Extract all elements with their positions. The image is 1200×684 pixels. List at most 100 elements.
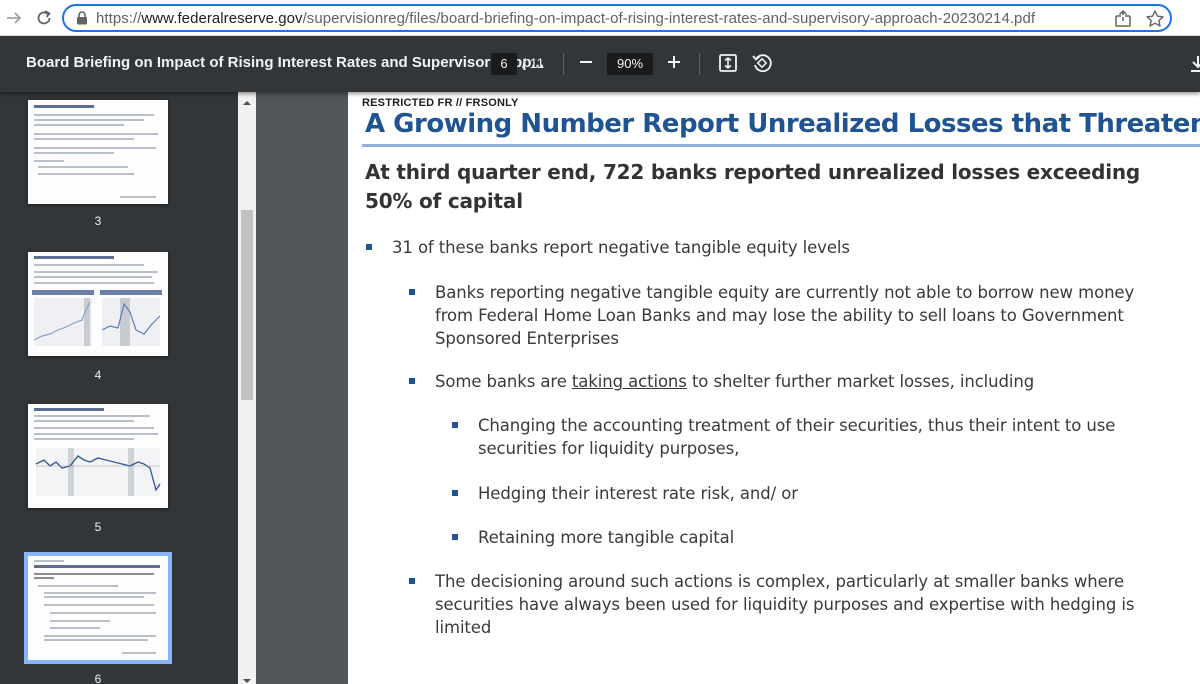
bullet-text-prefix: Some banks are xyxy=(435,372,572,391)
thumbnail-content xyxy=(44,604,154,606)
thumbnail-content xyxy=(34,256,114,259)
taking-actions-link[interactable]: taking actions xyxy=(572,372,687,391)
page-thumbnail-number: 4 xyxy=(94,368,102,382)
zoom-out-icon[interactable] xyxy=(574,50,598,74)
thumbnail-content xyxy=(38,585,118,587)
thumbnail-content xyxy=(34,138,134,140)
bookmark-star-icon[interactable] xyxy=(1145,9,1165,29)
thumbnail-content xyxy=(34,415,150,417)
bullet-text-suffix: to shelter further market losses, includ… xyxy=(686,372,1035,391)
bullet-text: Hedging their interest rate risk, and/ o… xyxy=(478,484,798,503)
thumbnail-content xyxy=(34,133,158,135)
url-input[interactable]: https://www.federalreserve.gov/supervisi… xyxy=(62,4,1172,32)
thumbnail-content xyxy=(34,114,154,116)
thumbnail-content xyxy=(34,160,64,162)
bullet-level-2: The decisioning around such actions is c… xyxy=(409,570,1175,639)
pdf-viewer: RESTRICTED FR // FRSONLY A Growing Numbe… xyxy=(256,92,1200,684)
page-thumbnail-number: 6 xyxy=(94,672,102,684)
thumbnail-content xyxy=(34,560,64,562)
bullet-level-1: 31 of these banks report negative tangib… xyxy=(366,236,1192,259)
thumbnail-content xyxy=(34,282,154,284)
zoom-in-icon[interactable] xyxy=(662,50,686,74)
thumbnail-content xyxy=(50,627,100,629)
fit-to-page-icon[interactable] xyxy=(716,51,740,75)
scroll-up-arrow-icon[interactable] xyxy=(241,95,253,105)
reload-icon[interactable] xyxy=(32,6,56,30)
thumbnail-content xyxy=(34,408,104,411)
thumbnail-content xyxy=(34,124,124,126)
page-thumbnail[interactable] xyxy=(28,100,168,204)
bullet-text: Banks reporting negative tangible equity… xyxy=(435,283,1135,348)
sidebar-scrollbar-thumb[interactable] xyxy=(241,210,253,400)
thumbnail-content xyxy=(34,438,134,440)
bullet-square-icon xyxy=(452,490,458,496)
bullet-level-3: Changing the accounting treatment of the… xyxy=(452,414,1198,460)
bullet-level-3: Retaining more tangible capital xyxy=(452,526,1178,549)
bullet-square-icon xyxy=(366,244,372,250)
bullet-text: Retaining more tangible capital xyxy=(478,528,735,547)
rotate-icon[interactable] xyxy=(750,51,774,75)
bullet-text: 31 of these banks report negative tangib… xyxy=(392,238,850,257)
thumbnail-content xyxy=(34,105,94,108)
thumbnail-content xyxy=(34,565,160,568)
bullet-level-2: Some banks are taking actions to shelter… xyxy=(409,370,1175,393)
thumbnail-content xyxy=(34,433,158,435)
thumbnail-content xyxy=(44,639,148,641)
thumbnail-content xyxy=(34,573,154,575)
bullet-square-icon xyxy=(452,422,458,428)
pdf-page: RESTRICTED FR // FRSONLY A Growing Numbe… xyxy=(348,92,1200,684)
thumbnail-chart xyxy=(35,448,161,496)
thumbnail-content xyxy=(44,596,144,598)
thumbnail-content xyxy=(34,264,144,266)
zoom-level-input[interactable]: 90% xyxy=(607,53,653,75)
thumbnail-content xyxy=(44,592,156,594)
thumbnail-content xyxy=(44,635,156,637)
thumbnail-content xyxy=(34,427,154,429)
pdf-toolbar: Board Briefing on Impact of Rising Inter… xyxy=(0,36,1200,92)
thumbnail-chart xyxy=(32,290,162,346)
bullet-square-icon xyxy=(409,378,415,384)
page-thumbnail-number: 3 xyxy=(94,214,102,228)
page-number-input[interactable]: 6 xyxy=(491,53,517,75)
toolbar-divider xyxy=(699,53,700,75)
document-title: Board Briefing on Impact of Rising Inter… xyxy=(26,54,544,71)
forward-arrow-icon[interactable] xyxy=(2,6,26,30)
page-total: / 11 xyxy=(522,55,545,71)
toolbar-divider xyxy=(563,53,564,75)
thumbnail-content xyxy=(120,196,156,198)
thumbnail-content xyxy=(34,276,152,278)
thumbnail-content xyxy=(34,420,134,422)
thumbnail-content xyxy=(50,620,110,622)
bullet-level-2: Banks reporting negative tangible equity… xyxy=(409,281,1175,350)
bullet-square-icon xyxy=(452,534,458,540)
scroll-down-arrow-icon[interactable] xyxy=(241,673,253,683)
lock-icon[interactable] xyxy=(76,11,88,30)
title-divider xyxy=(362,144,1200,147)
download-icon[interactable] xyxy=(1186,52,1200,76)
thumbnail-content xyxy=(50,612,156,614)
thumbnail-content xyxy=(34,152,114,154)
bullet-text: Changing the accounting treatment of the… xyxy=(478,416,1116,458)
url-text: https://www.federalreserve.gov/supervisi… xyxy=(96,10,1036,27)
browser-address-bar: https://www.federalreserve.gov/supervisi… xyxy=(0,0,1200,36)
bullet-level-3: Hedging their interest rate risk, and/ o… xyxy=(452,482,1178,505)
thumbnail-content xyxy=(34,271,158,273)
page-thumbnail-selected[interactable] xyxy=(24,552,172,664)
thumbnail-content xyxy=(38,166,128,168)
bullet-square-icon xyxy=(409,289,415,295)
page-thumbnail[interactable] xyxy=(28,404,168,508)
thumbnail-sidebar: 3 4 5 6 xyxy=(0,92,256,684)
share-icon[interactable] xyxy=(1113,9,1133,29)
slide-title: A Growing Number Report Unrealized Losse… xyxy=(365,109,1200,139)
thumbnail-content xyxy=(38,173,134,175)
thumbnail-content xyxy=(122,652,156,654)
thumbnail-content xyxy=(34,147,156,149)
page-thumbnail[interactable] xyxy=(28,252,168,356)
page-thumbnail-number: 5 xyxy=(94,520,102,534)
thumbnail-content xyxy=(34,577,54,579)
classification-label: RESTRICTED FR // FRSONLY xyxy=(362,97,519,109)
bullet-square-icon xyxy=(409,578,415,584)
thumbnail-content xyxy=(34,119,144,121)
slide-subtitle: At third quarter end, 722 banks reported… xyxy=(365,160,1141,213)
bullet-text: The decisioning around such actions is c… xyxy=(435,572,1135,637)
